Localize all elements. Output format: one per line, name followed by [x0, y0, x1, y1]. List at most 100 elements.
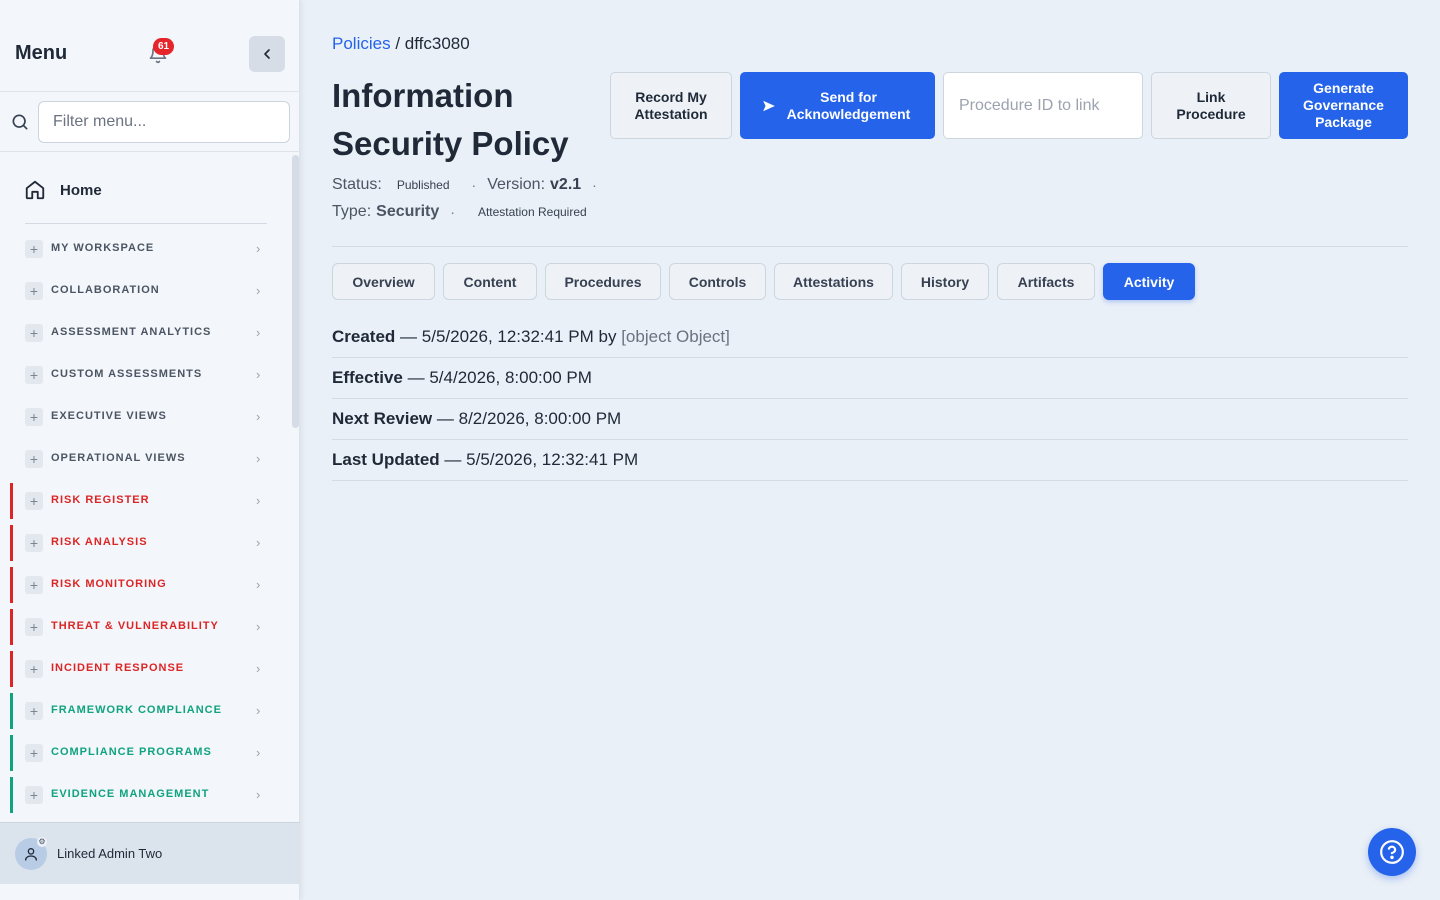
- sidebar-group-item[interactable]: + RISK MONITORING ›: [10, 567, 278, 603]
- divider: [25, 223, 267, 224]
- policy-meta-line-2: Type: Security · Attestation Required: [332, 201, 587, 223]
- plus-icon: +: [25, 240, 43, 258]
- sidebar-group-item[interactable]: + FRAMEWORK COMPLIANCE ›: [10, 693, 278, 729]
- sidebar-group-item[interactable]: + ASSESSMENT ANALYTICS ›: [10, 315, 278, 351]
- notification-badge: 61: [153, 38, 174, 55]
- breadcrumb-separator: /: [395, 34, 401, 53]
- activity-text: Last Updated — 5/5/2026, 12:32:41 PM: [332, 450, 638, 470]
- category-bar: [10, 693, 13, 729]
- sidebar-search: [0, 92, 300, 152]
- record-attestation-button[interactable]: Record My Attestation: [610, 72, 732, 139]
- sidebar-group-item[interactable]: + INCIDENT RESPONSE ›: [10, 651, 278, 687]
- link-procedure-button[interactable]: Link Procedure: [1151, 72, 1271, 139]
- sidebar-group-item[interactable]: + COLLABORATION ›: [10, 273, 278, 309]
- generate-package-button[interactable]: Generate Governance Package: [1279, 72, 1408, 139]
- search-icon: [12, 114, 28, 130]
- activity-label: Effective: [332, 368, 403, 387]
- type-label: Type:: [332, 203, 372, 220]
- activity-row: Effective — 5/4/2026, 8:00:00 PM: [332, 358, 1408, 399]
- separator-dot: ·: [450, 204, 455, 220]
- breadcrumb-policies-link[interactable]: Policies: [332, 34, 391, 53]
- sidebar-group-item[interactable]: + MY WORKSPACE ›: [10, 231, 278, 267]
- send-icon: [762, 100, 775, 111]
- help-button[interactable]: [1368, 828, 1416, 876]
- plus-icon: +: [25, 576, 43, 594]
- chevron-right-icon: ›: [256, 493, 261, 508]
- chevron-right-icon: ›: [256, 325, 261, 340]
- activity-by: [object Object]: [621, 327, 730, 346]
- sidebar-group-item[interactable]: + THREAT & VULNERABILITY ›: [10, 609, 278, 645]
- activity-text: Created — 5/5/2026, 12:32:41 PM by [obje…: [332, 327, 730, 347]
- tab-attestations[interactable]: Attestations: [774, 263, 893, 300]
- sidebar-group-label: ASSESSMENT ANALYTICS: [51, 326, 212, 338]
- chevron-right-icon: ›: [256, 703, 261, 718]
- procedure-id-input[interactable]: [943, 72, 1143, 139]
- sidebar-group-label: CUSTOM ASSESSMENTS: [51, 368, 203, 380]
- sidebar-group-label: FRAMEWORK COMPLIANCE: [51, 704, 222, 716]
- user-footer[interactable]: ⚙ Linked Admin Two: [0, 822, 300, 884]
- tab-overview[interactable]: Overview: [332, 263, 435, 300]
- tab-procedures[interactable]: Procedures: [545, 263, 661, 300]
- sidebar-group-item[interactable]: + RISK ANALYSIS ›: [10, 525, 278, 561]
- tab-controls[interactable]: Controls: [669, 263, 766, 300]
- sidebar-item-label: Home: [60, 181, 102, 199]
- sidebar-item-home[interactable]: Home: [24, 178, 102, 202]
- chevron-right-icon: ›: [256, 241, 261, 256]
- sidebar-group-label: INCIDENT RESPONSE: [51, 662, 185, 674]
- tab-activity[interactable]: Activity: [1103, 263, 1195, 300]
- chevron-right-icon: ›: [256, 661, 261, 676]
- chevron-right-icon: ›: [256, 283, 261, 298]
- activity-label: Last Updated: [332, 450, 440, 469]
- filter-menu-input[interactable]: [38, 101, 290, 143]
- activity-text: Effective — 5/4/2026, 8:00:00 PM: [332, 368, 592, 388]
- tab-content[interactable]: Content: [443, 263, 537, 300]
- category-bar: [10, 399, 13, 435]
- activity-label: Created: [332, 327, 396, 346]
- category-bar: [10, 483, 13, 519]
- attestation-badge: Attestation Required: [477, 205, 587, 219]
- sidebar-group-item[interactable]: + CUSTOM ASSESSMENTS ›: [10, 357, 278, 393]
- sidebar-group-item[interactable]: + EVIDENCE MANAGEMENT ›: [10, 777, 278, 813]
- category-bar: [10, 231, 13, 267]
- type-value: Security: [376, 203, 440, 220]
- breadcrumb: Policies / dffc3080: [332, 34, 470, 54]
- chevron-right-icon: ›: [256, 409, 261, 424]
- chevron-right-icon: ›: [256, 451, 261, 466]
- sidebar-group-item[interactable]: + RISK REGISTER ›: [10, 483, 278, 519]
- category-bar: [10, 567, 13, 603]
- sidebar-group-item[interactable]: + EXECUTIVE VIEWS ›: [10, 399, 278, 435]
- category-bar: [10, 357, 13, 393]
- plus-icon: +: [25, 744, 43, 762]
- chevron-left-icon: [264, 49, 270, 59]
- separator-dot: ·: [471, 177, 477, 193]
- tab-history[interactable]: History: [901, 263, 989, 300]
- tab-artifacts[interactable]: Artifacts: [997, 263, 1095, 300]
- sidebar-group-label: RISK MONITORING: [51, 578, 167, 590]
- sidebar-group-item[interactable]: + OPERATIONAL VIEWS ›: [10, 441, 278, 477]
- collapse-sidebar-button[interactable]: [249, 36, 285, 72]
- plus-icon: +: [25, 366, 43, 384]
- sidebar-scrollbar[interactable]: [292, 155, 299, 428]
- gear-icon: ⚙: [37, 837, 47, 847]
- activity-text: Next Review — 8/2/2026, 8:00:00 PM: [332, 409, 621, 429]
- activity-row: Next Review — 8/2/2026, 8:00:00 PM: [332, 399, 1408, 440]
- plus-icon: +: [25, 702, 43, 720]
- sidebar-group-item[interactable]: + COMPLIANCE PROGRAMS ›: [10, 735, 278, 771]
- sidebar-group-label: RISK ANALYSIS: [51, 536, 148, 548]
- chevron-right-icon: ›: [256, 745, 261, 760]
- user-name: Linked Admin Two: [57, 846, 163, 861]
- plus-icon: +: [25, 492, 43, 510]
- sidebar-group-label: RISK REGISTER: [51, 494, 150, 506]
- sidebar-group-label: OPERATIONAL VIEWS: [51, 452, 186, 464]
- sidebar-group-label: COMPLIANCE PROGRAMS: [51, 746, 212, 758]
- plus-icon: +: [25, 534, 43, 552]
- plus-icon: +: [25, 618, 43, 636]
- category-bar: [10, 315, 13, 351]
- category-bar: [10, 609, 13, 645]
- send-acknowledgement-button[interactable]: Send for Acknowledgement: [740, 72, 935, 139]
- sidebar-group-label: THREAT & VULNERABILITY: [51, 620, 219, 632]
- chevron-right-icon: ›: [256, 367, 261, 382]
- status-badge: Published: [396, 178, 450, 192]
- record-attestation-label: Record My Attestation: [634, 88, 708, 122]
- header-divider: [332, 246, 1408, 247]
